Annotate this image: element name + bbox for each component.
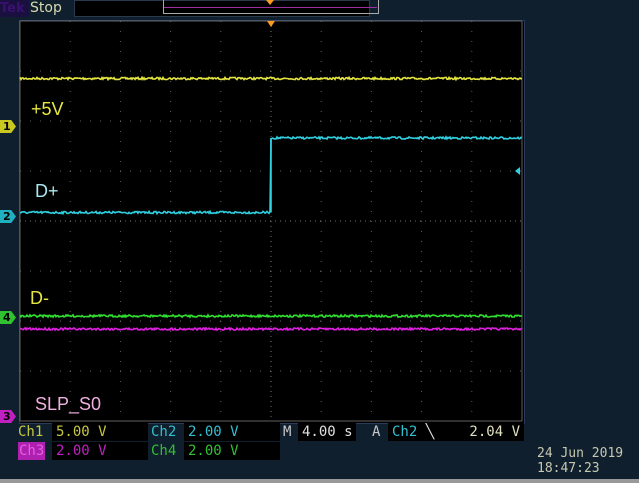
ch4-label: D- xyxy=(30,288,49,308)
ch4-trace xyxy=(19,313,523,319)
timebase-value[interactable]: 4.00 s xyxy=(298,423,356,441)
ch1-trace xyxy=(19,75,522,82)
trigger-level: 2.04 V xyxy=(469,424,520,440)
date: 24 Jun 2019 xyxy=(537,446,624,461)
ch4-scale-value[interactable]: 2.00 V xyxy=(184,442,280,460)
ch4-scale-label: Ch4 xyxy=(151,443,177,459)
trigger-source: Ch2 xyxy=(392,424,418,440)
ch3-trace xyxy=(19,326,523,332)
ch3-scale-label: Ch3 xyxy=(18,442,46,460)
ch3-label: SLP_S0 xyxy=(35,394,102,414)
trigger-readout[interactable]: Ch2 ╲ 2.04 V xyxy=(388,423,524,441)
ch3-scale-value[interactable]: 2.00 V xyxy=(52,442,148,460)
bottom-border xyxy=(0,479,639,483)
ch2-scale-label: Ch2 xyxy=(151,424,177,440)
falling-edge-icon: ╲ xyxy=(425,424,435,440)
time: 18:47:23 xyxy=(537,461,600,476)
trigger-prefix: A xyxy=(372,424,381,440)
ch1-label: +5V xyxy=(31,99,64,119)
ch2-label: D+ xyxy=(35,181,59,201)
trigger-level-marker xyxy=(515,167,520,175)
timestamp: 24 Jun 2019 18:47:23 xyxy=(537,446,623,476)
ch1-scale-label: Ch1 xyxy=(18,424,44,440)
ch1-scale-value[interactable]: 5.00 V xyxy=(52,423,148,441)
timebase-prefix: M xyxy=(283,424,292,440)
ch2-scale-value[interactable]: 2.00 V xyxy=(184,423,280,441)
trigger-position-marker xyxy=(267,21,275,27)
